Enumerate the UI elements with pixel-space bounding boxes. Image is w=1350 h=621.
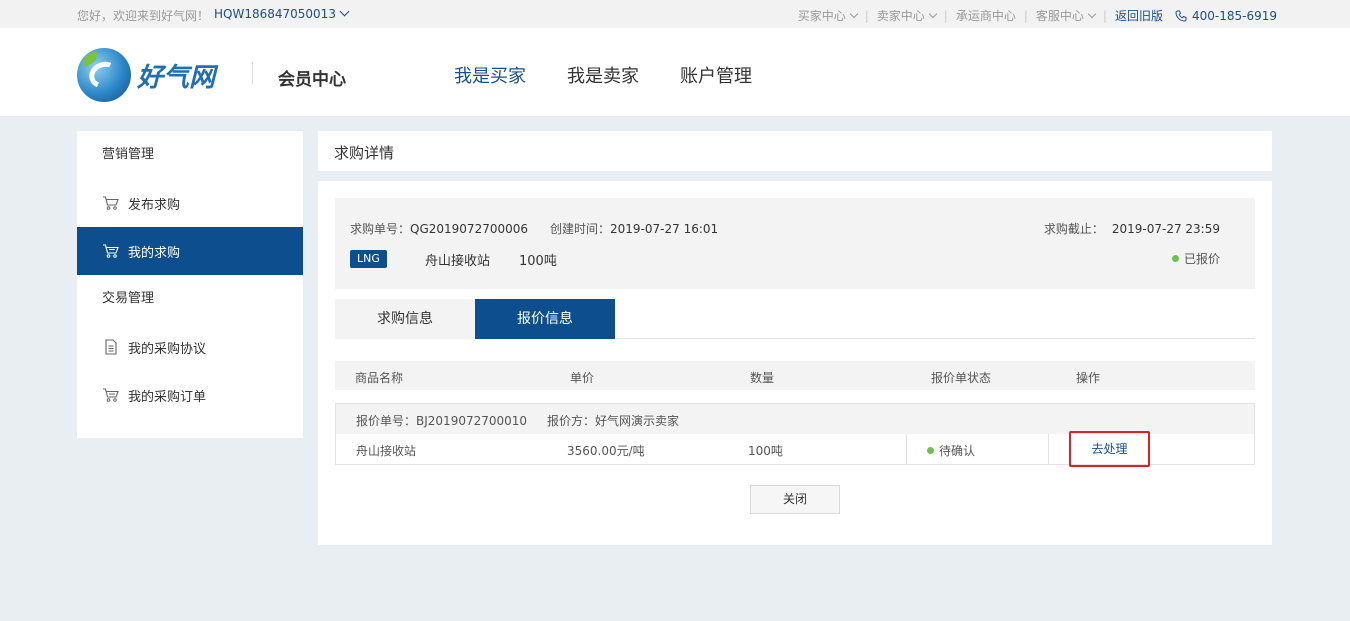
table-header: 商品名称 单价 数量 报价单状态 操作 [335,361,1255,390]
divider: | [864,8,869,23]
cart-list-icon [102,242,120,260]
product-tag: LNG [350,250,387,268]
order-no: QG2019072700006 [410,222,529,236]
quote-no: 报价单号：BJ2019072700010 [356,412,527,429]
sidebar-item-purchase-agreements[interactable]: 我的采购协议 [77,323,303,371]
header: 好气网 会员中心 我是买家 我是卖家 账户管理 [0,28,1350,116]
document-icon [102,338,120,356]
top-right-nav: 买家中心 | 卖家中心 | 承运商中心 | 客服中心 | 返回旧版 400-18… [798,7,1277,24]
cell-product: 舟山接收站 [356,444,417,458]
carrier-center-link[interactable]: 承运商中心 [956,7,1016,24]
carrier-center-label: 承运商中心 [955,9,1016,23]
col-product: 商品名称 [355,371,404,385]
status-text: 已报价 [1183,252,1220,266]
seller-center-label: 卖家中心 [876,9,925,23]
welcome-text: 您好，欢迎来到好气网！ [77,9,210,23]
cell-price: 3560.00元/吨 [567,444,645,458]
user-id-menu[interactable]: HQW186847050013 [214,6,350,21]
status-dot-icon [1171,255,1179,262]
sidebar-item-label: 我的采购订单 [128,389,207,405]
divider [1048,434,1049,464]
sidebar-item-publish-request[interactable]: 发布求购 [77,179,303,227]
member-center-title: 会员中心 [278,70,346,90]
sidebar-item-my-requests[interactable]: 我的求购 [77,227,303,275]
divider: | [1023,8,1028,23]
page-title: 求购详情 [334,144,395,162]
request-meta: 求购单号：QG2019072700006 创建时间：2019-07-27 16:0… [350,220,718,237]
nav-seller[interactable]: 我是卖家 [567,62,639,88]
top-bar: 您好，欢迎来到好气网！ HQW186847050013 买家中心 | 卖家中心 … [0,0,1350,28]
table-row: 舟山接收站 3560.00元/吨 100吨 待确认 去处理 [336,431,1254,467]
cell-qty: 100吨 [748,444,783,458]
cart-icon [102,194,120,212]
buyer-center-menu[interactable]: 买家中心 [797,7,858,24]
back-old-version-link[interactable]: 返回旧版 [1115,7,1163,24]
brand-name: 好气网 [137,62,216,93]
station-name: 舟山接收站 [425,254,491,269]
chevron-down-icon [339,6,350,17]
divider [252,62,253,84]
phone-number: 400-185-6919 [1191,8,1277,23]
status-badge: 已报价 [1171,250,1220,267]
cell-status-text: 待确认 [939,444,976,458]
request-deadline: 求购截止： 2019-07-27 23:59 [1044,220,1220,237]
order-no-label: 求购单号： [350,222,411,236]
service-center-menu[interactable]: 客服中心 [1035,7,1097,24]
user-id: HQW186847050013 [214,7,336,21]
created-label: 创建时间： [550,222,611,236]
tab-request-info[interactable]: 求购信息 [335,299,475,339]
divider: | [1102,8,1107,23]
cell-status: 待确认 [927,442,975,459]
chevron-down-icon [849,9,858,18]
col-status: 报价单状态 [931,371,992,385]
buyer-center-label: 买家中心 [797,9,846,23]
quote-no-value: BJ2019072700010 [416,414,528,428]
nav-buyer[interactable]: 我是买家 [454,62,526,88]
phone-icon [1175,10,1187,22]
logo-icon [77,48,131,102]
sidebar-item-label: 发布求购 [128,197,181,213]
chevron-down-icon [928,9,938,18]
sidebar-group-trade: 交易管理 [102,291,155,306]
request-quantity: 100吨 [519,254,557,269]
detail-tabs: 求购信息 报价信息 [335,299,1255,339]
sidebar-item-label: 我的采购协议 [128,341,207,357]
cart-order-icon [102,386,120,404]
tab-quote-info[interactable]: 报价信息 [475,299,615,339]
chevron-down-icon [1087,9,1097,18]
close-button[interactable]: 关闭 [750,485,840,514]
divider: | [943,8,948,23]
quote-party: 报价方：好气网演示卖家 [547,412,679,429]
phone-contact: 400-185-6919 [1175,9,1277,23]
quote-card: 报价单号：BJ2019072700010 报价方：好气网演示卖家 舟山接收站 3… [335,403,1255,467]
page-title-panel: 求购详情 [318,131,1272,171]
created-time: 2019-07-27 16:01 [610,222,719,236]
sidebar-item-label: 我的求购 [128,245,181,261]
nav-account[interactable]: 账户管理 [680,62,752,88]
site-logo[interactable]: 好气网 [77,48,227,102]
sidebar-group-marketing: 营销管理 [102,147,155,162]
request-summary: 求购单号：QG2019072700006 创建时间：2019-07-27 16:0… [335,198,1255,289]
col-price: 单价 [570,371,595,385]
process-button[interactable]: 去处理 [1069,431,1150,467]
main-nav: 我是买家 我是卖家 账户管理 [454,62,793,88]
request-detail-panel: 求购单号：QG2019072700006 创建时间：2019-07-27 16:0… [318,181,1272,545]
quote-no-label: 报价单号： [356,414,417,428]
deadline-label: 求购截止： [1043,222,1104,236]
sidebar-item-purchase-orders[interactable]: 我的采购订单 [77,371,303,419]
quote-party-value: 好气网演示卖家 [595,414,680,428]
col-qty: 数量 [750,371,775,385]
service-center-label: 客服中心 [1035,9,1084,23]
sidebar: 营销管理 发布求购 我的求购 交易管理 我的采购协议 我的采购订单 [77,131,303,438]
status-dot-icon [927,447,934,454]
seller-center-menu[interactable]: 卖家中心 [876,7,938,24]
deadline-time: 2019-07-27 23:59 [1111,222,1220,236]
divider [906,434,907,464]
quote-party-label: 报价方： [547,414,596,428]
col-action: 操作 [1076,371,1101,385]
quote-header: 报价单号：BJ2019072700010 报价方：好气网演示卖家 [336,404,1254,434]
